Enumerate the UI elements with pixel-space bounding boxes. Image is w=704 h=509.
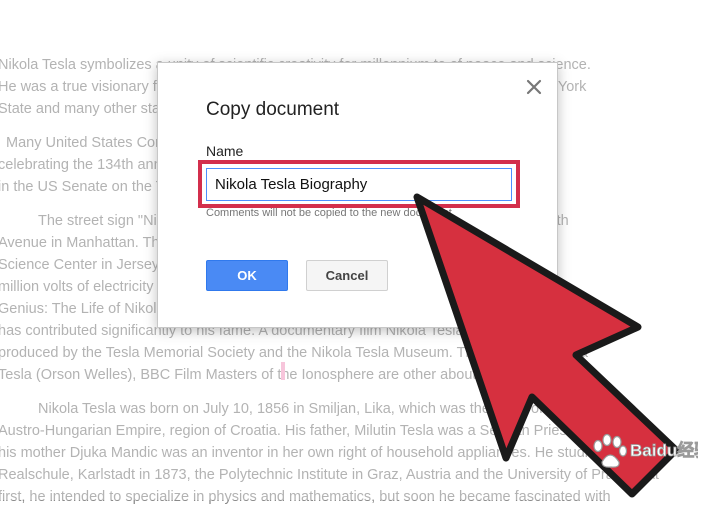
copy-document-dialog: Copy document Name Comments will not be … [157,62,558,328]
name-label: Name [206,143,244,159]
paw-icon [593,433,628,468]
watermark-text: Baidu经验 [630,440,698,460]
cancel-button[interactable]: Cancel [306,260,388,291]
dialog-title: Copy document [206,99,340,120]
comments-note: Comments will not be copied to the new d… [206,207,455,219]
ok-button[interactable]: OK [206,260,288,291]
baidu-watermark: Baidu经验 [580,418,704,478]
close-icon[interactable] [524,77,544,97]
name-field-highlight [198,160,520,208]
